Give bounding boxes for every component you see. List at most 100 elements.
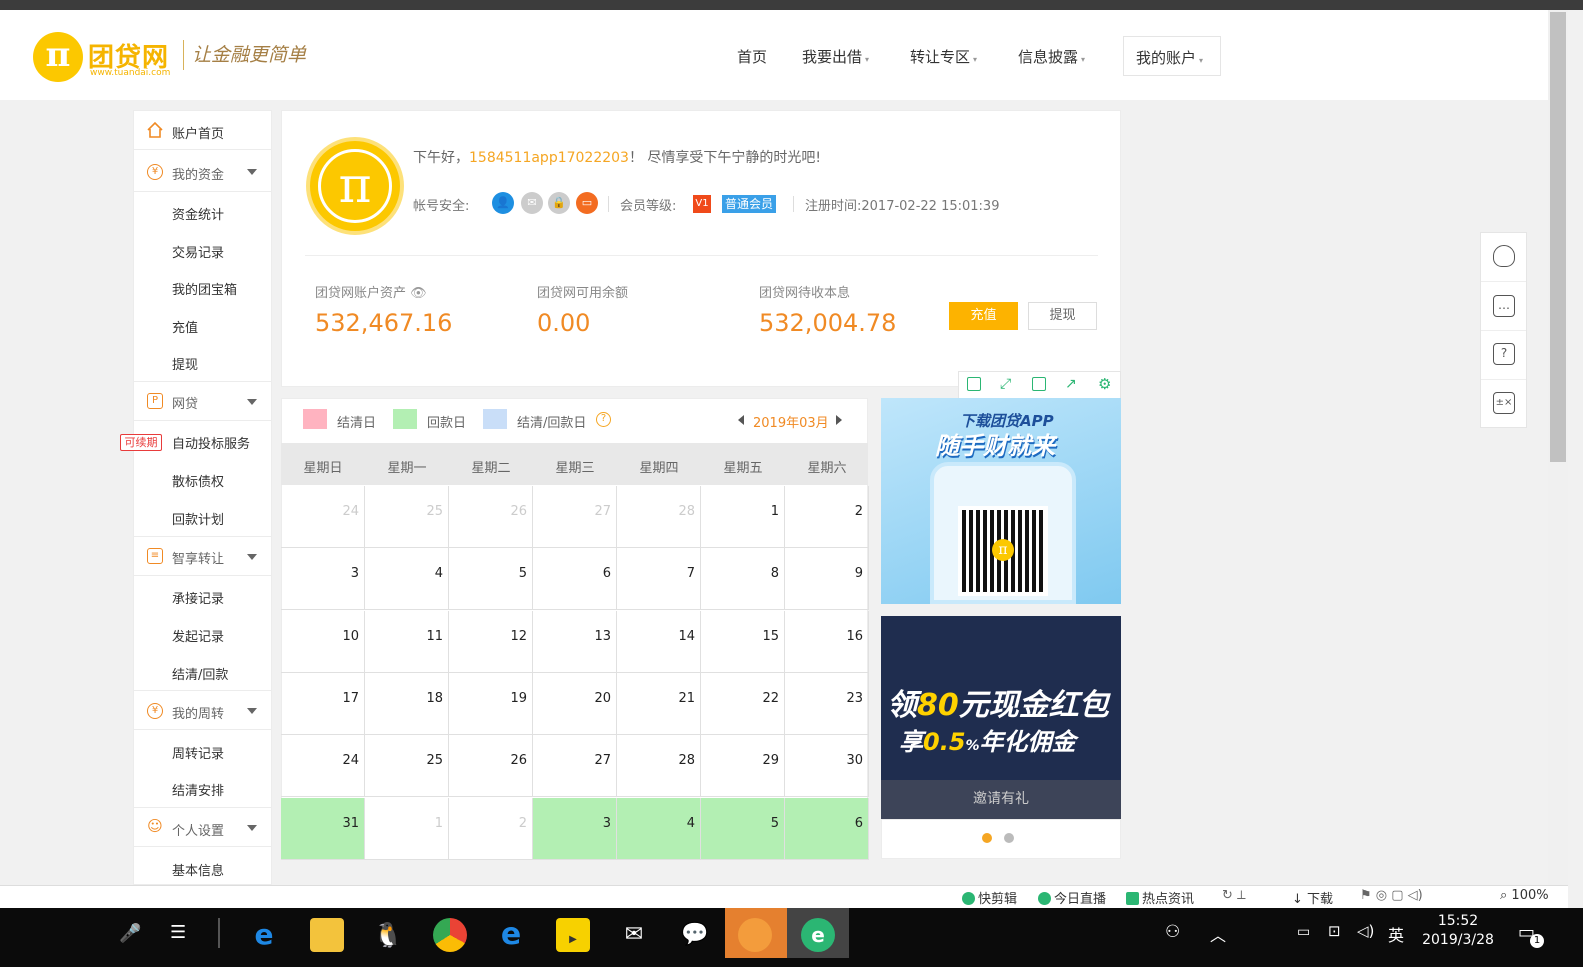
caret-down-icon xyxy=(247,825,257,831)
calendar-day-number: 26 xyxy=(510,504,527,519)
lock-icon[interactable]: 🔒 xyxy=(548,192,570,214)
yen-icon: ¥ xyxy=(147,164,163,180)
download-icon: ↓ xyxy=(1292,892,1308,907)
calculator-icon[interactable]: ±× xyxy=(1493,392,1515,414)
caret-down-icon xyxy=(247,399,257,405)
sidebar-section-label: 网贷 xyxy=(172,397,199,412)
chevron-down-icon: ▾ xyxy=(973,55,978,64)
legend-label: 回款日 xyxy=(427,416,467,431)
next-month-icon[interactable] xyxy=(836,415,842,425)
network-icon[interactable]: ⊡ xyxy=(1328,922,1341,940)
logo-url: www.tuandai.com xyxy=(90,68,171,78)
promo-line1-num: 80 xyxy=(917,688,959,723)
status-live[interactable]: 今日直播 xyxy=(1038,888,1106,907)
calendar-month: 2019年03月 xyxy=(753,416,829,431)
user-verify-icon[interactable]: 👤 xyxy=(492,192,514,214)
sidebar-item-accept-records[interactable]: 承接记录 xyxy=(172,588,224,607)
register-time: 注册时间:2017-02-22 15:01:39 xyxy=(805,195,999,214)
sidebar-item-settle-repay[interactable]: 结清/回款 xyxy=(172,664,228,683)
edge-icon[interactable]: e xyxy=(247,918,281,952)
sidebar-item-fund-stats[interactable]: 资金统计 xyxy=(172,204,224,223)
microphone-icon[interactable]: 🎤 xyxy=(119,923,141,944)
promo-line2-suffix: 年化佣金 xyxy=(979,728,1076,756)
help-icon[interactable]: ? xyxy=(1493,343,1515,365)
chevron-up-icon[interactable]: ︿ xyxy=(1210,922,1226,946)
sidebar-item-basic-info[interactable]: 基本信息 xyxy=(172,860,224,879)
withdraw-button[interactable]: 提现 xyxy=(1028,302,1097,330)
email-icon[interactable]: ✉ xyxy=(521,192,543,214)
lightbulb-icon[interactable] xyxy=(1493,245,1515,267)
chrome-icon[interactable] xyxy=(433,918,467,952)
chat-icon[interactable]: … xyxy=(1493,295,1515,317)
sidebar-item-treasure-box[interactable]: 我的团宝箱 xyxy=(172,279,237,298)
file-explorer-icon[interactable] xyxy=(310,918,344,952)
bank-card-icon[interactable]: ▭ xyxy=(576,192,598,214)
promo-line1-suffix: 元现金红包 xyxy=(958,688,1109,723)
weekday-header: 星期五 xyxy=(723,461,763,476)
share-icon[interactable]: ↗ xyxy=(1065,377,1079,391)
calendar-day-number: 25 xyxy=(426,504,443,519)
nav-invest[interactable]: 我要出借 ▾ xyxy=(802,46,869,67)
carousel-dot-active[interactable] xyxy=(982,833,992,843)
volume-icon[interactable]: ◁) xyxy=(1357,922,1374,940)
weekday-header: 星期一 xyxy=(387,461,427,476)
prev-month-icon[interactable] xyxy=(738,415,744,425)
player-icon[interactable]: ▶ xyxy=(556,918,590,952)
sidebar-item-auto-bid[interactable]: 自动投标服务 xyxy=(172,433,250,452)
carousel-dot[interactable] xyxy=(1004,833,1014,843)
save-icon[interactable] xyxy=(1032,377,1046,391)
status-icons[interactable]: ↻ ⟂ xyxy=(1222,888,1246,903)
status-tools[interactable]: ⚑ ◎ ▢ ◁) xyxy=(1360,888,1423,903)
status-zoom[interactable]: ⌕ 100% xyxy=(1500,888,1549,903)
nav-disclosure[interactable]: 信息披露 ▾ xyxy=(1018,46,1085,67)
recharge-button[interactable]: 充值 xyxy=(949,302,1018,330)
battery-icon[interactable]: ▭ xyxy=(1297,924,1310,940)
sidebar-section-label: 我的周转 xyxy=(172,707,225,722)
sidebar-item-repay-plan[interactable]: 回款计划 xyxy=(172,509,224,528)
scrollbar-thumb[interactable] xyxy=(1550,12,1566,462)
calendar-day-number: 31 xyxy=(342,815,359,831)
sidebar-item-turnover-records[interactable]: 周转记录 xyxy=(172,743,224,762)
people-icon[interactable]: ⚇ xyxy=(1165,922,1180,942)
nav-home[interactable]: 首页 xyxy=(737,46,767,67)
promo-line2-num: 0.5 xyxy=(923,728,966,756)
sidebar-item-loan-claims[interactable]: 散标债权 xyxy=(172,471,224,490)
sidebar-item-withdraw[interactable]: 提现 xyxy=(172,354,198,373)
qq-icon[interactable]: 🐧 xyxy=(371,918,405,952)
calendar-day-number: 28 xyxy=(678,753,695,769)
mail-icon[interactable]: ✉ xyxy=(617,918,651,952)
notification-count: 1 xyxy=(1530,934,1544,948)
sidebar-item-settle-plan[interactable]: 结清安排 xyxy=(172,780,224,799)
stat-balance-label: 团贷网可用余额 xyxy=(537,286,629,301)
copy-icon[interactable] xyxy=(967,377,981,391)
ie-icon[interactable]: e xyxy=(494,918,528,952)
app-banner-slogan: 随手财就来 xyxy=(935,432,1055,460)
calendar-day-number: 4 xyxy=(434,566,443,582)
greeting: 下午好，1584511app17022203！ 尽情享受下午宁静的时光吧! xyxy=(413,147,821,167)
calendar-day-number: 30 xyxy=(846,753,863,769)
nav-label: 首页 xyxy=(737,48,768,66)
invite-bar[interactable]: 邀请有礼 xyxy=(881,780,1121,819)
calendar-day-number: 2 xyxy=(854,504,863,519)
ime-indicator[interactable]: 英 xyxy=(1388,922,1404,946)
toolbox-icon[interactable] xyxy=(738,918,772,952)
status-news[interactable]: 热点资讯 xyxy=(1126,888,1194,907)
status-download[interactable]: ↓ 下载 xyxy=(1292,888,1333,907)
eye-icon[interactable]: 👁 xyxy=(410,286,427,301)
sidebar-item-transactions[interactable]: 交易记录 xyxy=(172,242,224,261)
gear-icon[interactable]: ⚙ xyxy=(1098,377,1112,392)
nav-transfer[interactable]: 转让专区 ▾ xyxy=(910,46,977,67)
sidebar-item-recharge[interactable]: 充值 xyxy=(172,317,198,336)
help-icon[interactable]: ? xyxy=(596,412,611,427)
clock[interactable]: 15:52 2019/3/28 xyxy=(1413,913,1503,948)
sidebar-item-initiate-records[interactable]: 发起记录 xyxy=(172,626,224,645)
logo-icon[interactable]: π xyxy=(33,32,83,82)
wechat-icon[interactable]: 💬 xyxy=(678,918,712,952)
calendar-day-number: 9 xyxy=(854,566,863,582)
fullscreen-icon[interactable]: ⤢ xyxy=(1000,377,1014,391)
nav-my-account[interactable]: 我的账户 ▾ xyxy=(1123,36,1221,76)
promo-line2-unit: % xyxy=(965,738,980,754)
browser-360-icon[interactable]: e xyxy=(801,918,835,952)
status-quick-clip[interactable]: 快剪辑 xyxy=(962,888,1017,907)
task-view-icon[interactable]: ☰ xyxy=(170,922,186,943)
